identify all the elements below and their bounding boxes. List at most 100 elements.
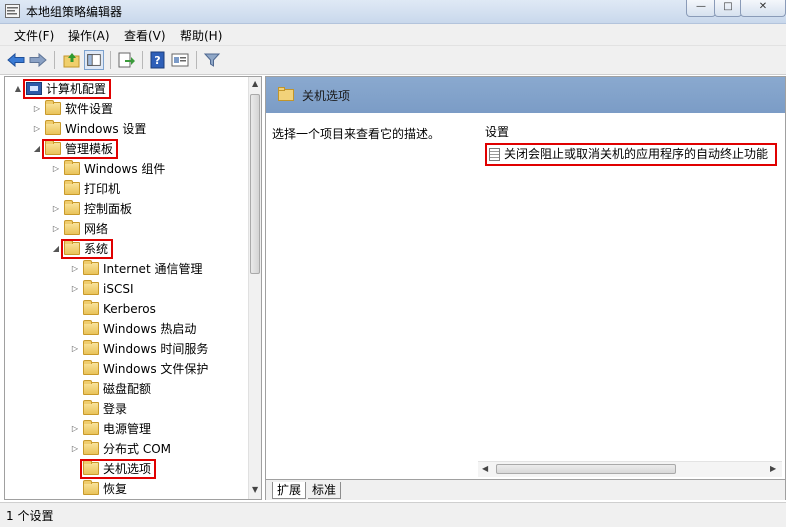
tree-expander-icon[interactable]: ▷ — [70, 419, 80, 439]
tree-item-iscsi[interactable]: ▷ iSCSI — [70, 279, 134, 299]
folder-icon — [83, 420, 99, 435]
forward-arrow-icon[interactable] — [28, 50, 48, 70]
details-header: 关机选项 — [266, 77, 785, 113]
tree-item-label: Windows 文件保护 — [103, 362, 209, 376]
scroll-down-arrow-icon[interactable]: ▼ — [252, 485, 258, 494]
tab-extended[interactable]: 扩展 — [272, 482, 307, 499]
tree-item-网络[interactable]: ▷ 网络 — [51, 219, 108, 239]
maximize-icon: □ — [723, 1, 733, 12]
menu-action[interactable]: 操作(A) — [68, 27, 110, 44]
back-arrow-icon[interactable] — [6, 50, 26, 70]
tree-item-label: 打印机 — [84, 182, 121, 196]
tree-item-windows-组件[interactable]: ▷ Windows 组件 — [51, 159, 165, 179]
tree-expander-icon[interactable]: ▷ — [32, 99, 42, 119]
tree-item-label: Internet 通信管理 — [103, 262, 203, 276]
tree-expander-icon[interactable]: ▷ — [51, 219, 61, 239]
tree-item-分布式-com[interactable]: ▷ 分布式 COM — [70, 439, 171, 459]
close-button[interactable]: ✕ — [740, 0, 786, 17]
tree-item-登录[interactable]: 登录 — [70, 399, 127, 419]
tree-expander-icon[interactable]: ▷ — [32, 119, 42, 139]
tree-expander-icon[interactable]: ▷ — [70, 259, 80, 279]
menu-bar: 文件(F) 操作(A) 查看(V) 帮助(H) — [0, 24, 786, 46]
description-area: 选择一个项目来查看它的描述。 — [266, 113, 471, 479]
scroll-up-arrow-icon[interactable]: ▲ — [252, 79, 258, 88]
highlight-box — [485, 143, 777, 166]
settings-column-header[interactable]: 设置 — [485, 123, 509, 140]
tree-item-软件设置[interactable]: ▷ 软件设置 — [32, 99, 113, 119]
tree-item-label: 电源管理 — [103, 422, 152, 436]
tree-item-windows-文件保护[interactable]: Windows 文件保护 — [70, 359, 208, 379]
tree-expander-icon[interactable]: ◢ — [32, 139, 42, 159]
horizontal-scroll-thumb[interactable] — [496, 464, 676, 474]
tree-item-控制面板[interactable]: ▷ 控制面板 — [51, 199, 132, 219]
minimize-button[interactable]: — — [686, 0, 716, 17]
svg-text:?: ? — [154, 54, 160, 67]
tree-item-磁盘配额[interactable]: 磁盘配额 — [70, 379, 151, 399]
tree-expander-icon[interactable]: ▲ — [13, 79, 23, 99]
window-title: 本地组策略编辑器 — [26, 5, 123, 19]
tree-expander-icon[interactable]: ▷ — [51, 159, 61, 179]
folder-icon — [278, 87, 294, 101]
highlight-box — [42, 139, 118, 159]
export-list-icon[interactable] — [116, 50, 136, 70]
show-hide-tree-icon[interactable] — [84, 50, 104, 70]
up-folder-icon[interactable] — [62, 50, 82, 70]
folder-icon — [64, 180, 80, 195]
folder-icon — [64, 200, 80, 215]
settings-horizontal-scrollbar[interactable]: ◀ ▶ — [478, 461, 782, 477]
tree-item-windows-热启动[interactable]: Windows 热启动 — [70, 319, 196, 339]
tree-item-label: 控制面板 — [84, 202, 133, 216]
tree-expander-icon[interactable]: ◢ — [51, 239, 61, 259]
filter-icon[interactable] — [202, 50, 222, 70]
tree-expander-icon[interactable]: ▷ — [70, 439, 80, 459]
tree-item-kerberos[interactable]: Kerberos — [70, 299, 156, 319]
scroll-right-arrow-icon[interactable]: ▶ — [770, 464, 776, 473]
folder-icon — [83, 480, 99, 495]
menu-file[interactable]: 文件(F) — [14, 27, 54, 44]
scroll-left-arrow-icon[interactable]: ◀ — [482, 464, 488, 473]
menu-help[interactable]: 帮助(H) — [180, 27, 222, 44]
tree-item-label: Kerberos — [103, 302, 156, 316]
view-tab-bar: 扩展 标准 — [266, 479, 785, 500]
tree-item-恢复[interactable]: 恢复 — [70, 479, 127, 499]
folder-icon — [83, 360, 99, 375]
help-icon[interactable]: ? — [148, 50, 168, 70]
folder-icon — [83, 260, 99, 275]
menu-view[interactable]: 查看(V) — [124, 27, 166, 44]
folder-icon — [64, 220, 80, 235]
tree-expander-icon[interactable]: ▷ — [51, 199, 61, 219]
highlight-box — [80, 459, 156, 479]
toolbar: ? — [0, 46, 786, 75]
folder-icon — [83, 300, 99, 315]
tree-item-label: Windows 设置 — [65, 122, 147, 136]
toolbar-separator — [110, 51, 111, 69]
tree-item-label: 网络 — [84, 222, 109, 236]
tree-vertical-scrollbar[interactable]: ▲ ▼ — [248, 77, 261, 499]
folder-icon — [45, 100, 61, 115]
tree-item-label: 登录 — [103, 402, 128, 416]
tree-scroll-thumb[interactable] — [250, 94, 260, 274]
tree-item-电源管理[interactable]: ▷ 电源管理 — [70, 419, 151, 439]
maximize-button[interactable]: □ — [714, 0, 742, 17]
folder-icon — [45, 120, 61, 135]
tree-item-label: Windows 热启动 — [103, 322, 197, 336]
tab-standard[interactable]: 标准 — [308, 482, 342, 499]
policy-editor-app-icon — [5, 4, 20, 18]
folder-icon — [64, 160, 80, 175]
tree-item-internet-通信管理[interactable]: ▷ Internet 通信管理 — [70, 259, 202, 279]
tree-expander-icon[interactable]: ▷ — [70, 339, 80, 359]
tree-item-label: Windows 组件 — [84, 162, 166, 176]
details-pane: 关机选项 选择一个项目来查看它的描述。 设置 关闭会阻止或取消关机的应用程序的自… — [265, 76, 786, 500]
tree-pane: ▲ 计算机配置 ▷ 软件设置 ▷ Windows 设置 ◢ 管理模板 ▷ Windows 组件 打印… — [4, 76, 262, 500]
tree-item-label: 软件设置 — [65, 102, 114, 116]
tree-item-windows-时间服务[interactable]: ▷ Windows 时间服务 — [70, 339, 208, 359]
tree-item-windows-设置[interactable]: ▷ Windows 设置 — [32, 119, 146, 139]
properties-icon[interactable] — [170, 50, 190, 70]
folder-icon — [83, 440, 99, 455]
settings-list: 设置 关闭会阻止或取消关机的应用程序的自动终止功能 — [471, 113, 785, 479]
toolbar-separator — [196, 51, 197, 69]
tree-expander-icon[interactable]: ▷ — [70, 279, 80, 299]
title-bar: 本地组策略编辑器 — □ ✕ — [0, 0, 786, 24]
description-text: 选择一个项目来查看它的描述。 — [272, 127, 441, 141]
tree-item-打印机[interactable]: 打印机 — [51, 179, 120, 199]
